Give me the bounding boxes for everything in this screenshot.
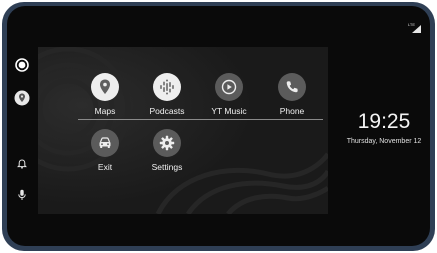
clock-time: 19:25 xyxy=(357,110,411,133)
row-divider xyxy=(78,119,323,120)
maps-shortcut-button[interactable] xyxy=(14,90,30,106)
app-launcher: Maps Podcasts YT Music Phone Exit Settin… xyxy=(38,47,328,214)
car-icon xyxy=(99,137,111,148)
maps-icon xyxy=(100,79,110,94)
home-icon xyxy=(15,58,29,72)
app-settings[interactable]: Settings xyxy=(137,129,197,172)
app-label: Podcasts xyxy=(149,106,185,116)
app-phone-circle xyxy=(278,73,306,101)
app-podcasts-circle xyxy=(153,73,181,101)
device-frame: Maps Podcasts YT Music Phone Exit Settin… xyxy=(2,2,435,251)
maps-nav-icon xyxy=(14,90,30,106)
app-exit[interactable]: Exit xyxy=(75,129,135,172)
app-settings-circle xyxy=(153,129,181,157)
podcasts-icon xyxy=(160,79,174,95)
car-display: Maps Podcasts YT Music Phone Exit Settin… xyxy=(7,6,430,246)
app-yt-music[interactable]: YT Music xyxy=(199,73,259,116)
app-maps-circle xyxy=(91,73,119,101)
app-podcasts[interactable]: Podcasts xyxy=(137,73,197,116)
notifications-button[interactable] xyxy=(14,156,30,172)
signal-icon xyxy=(412,25,421,33)
app-yt-music-circle xyxy=(215,73,243,101)
status-indicator: LTE xyxy=(408,22,422,34)
app-label: Exit xyxy=(97,162,113,172)
microphone-icon xyxy=(18,189,26,200)
home-button[interactable] xyxy=(14,57,30,73)
yt-music-icon xyxy=(221,79,237,95)
app-label: Maps xyxy=(94,106,116,116)
app-phone[interactable]: Phone xyxy=(262,73,322,116)
left-rail xyxy=(7,6,37,246)
app-label: Settings xyxy=(151,162,183,172)
clock-date: Thursday, November 12 xyxy=(346,138,422,145)
app-label: YT Music xyxy=(211,106,247,116)
app-label: Phone xyxy=(279,106,305,116)
app-maps[interactable]: Maps xyxy=(75,73,135,116)
notification-bell-icon xyxy=(17,159,27,169)
phone-icon xyxy=(286,81,298,93)
app-exit-circle xyxy=(91,129,119,157)
voice-assistant-button[interactable] xyxy=(14,187,30,203)
settings-icon xyxy=(159,135,175,151)
